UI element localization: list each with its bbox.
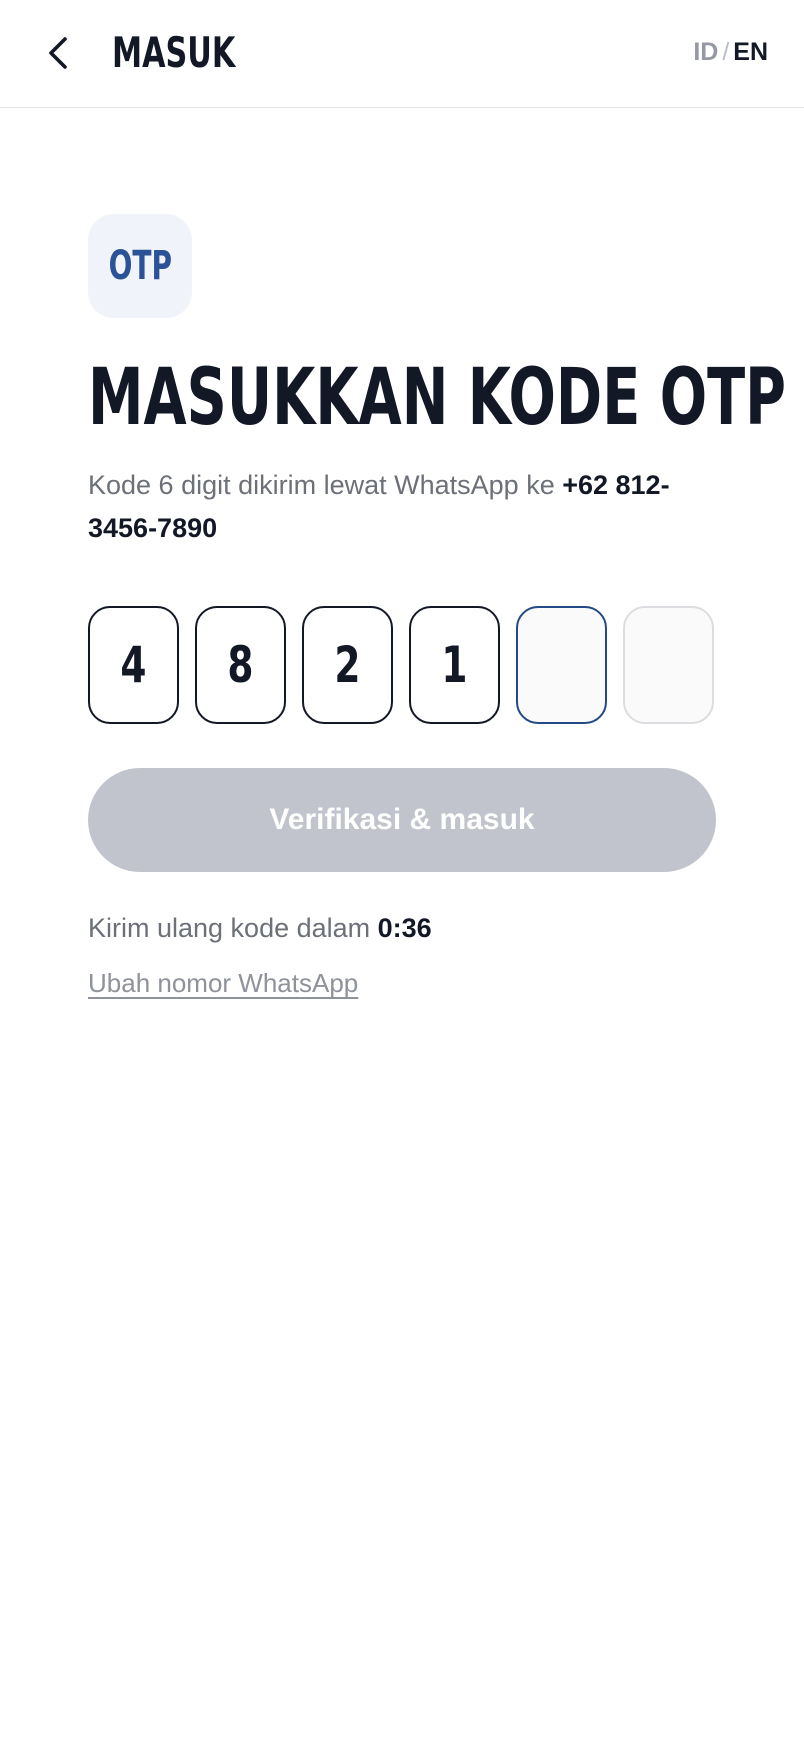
otp-digit-value: 2: [334, 636, 361, 694]
otp-badge-label: OTP: [108, 243, 172, 289]
otp-instructions: Kode 6 digit dikirim lewat WhatsApp ke +…: [88, 464, 708, 550]
resend-timer: 0:36: [377, 913, 432, 943]
otp-form: OTP MASUKKAN KODE OTP Kode 6 digit dikir…: [88, 214, 786, 1000]
change-whatsapp-number-link[interactable]: Ubah nomor WhatsApp: [88, 966, 358, 1000]
lang-option-id[interactable]: ID: [693, 38, 718, 66]
lang-separator: /: [722, 38, 730, 66]
top-bar: MASUK ID / EN: [0, 0, 804, 108]
instructions-text: Kode 6 digit dikirim lewat WhatsApp ke: [88, 470, 563, 500]
page-header-title: MASUK: [112, 28, 236, 77]
chevron-left-icon: [49, 37, 67, 69]
otp-digit-3[interactable]: 2: [302, 606, 393, 724]
verify-login-button[interactable]: Verifikasi & masuk: [88, 768, 716, 872]
page-title: MASUKKAN KODE OTP: [88, 353, 787, 443]
language-switcher: ID / EN: [693, 36, 768, 68]
otp-digit-2[interactable]: 8: [195, 606, 286, 724]
lang-option-en[interactable]: EN: [733, 38, 768, 66]
otp-digit-value: 4: [120, 636, 147, 694]
resend-countdown: Kirim ulang kode dalam 0:36: [88, 910, 716, 946]
otp-digit-value: 8: [227, 636, 254, 694]
otp-digit-1[interactable]: 4: [88, 606, 179, 724]
otp-digit-6[interactable]: [623, 606, 714, 724]
otp-digit-5[interactable]: [516, 606, 607, 724]
otp-badge: OTP: [88, 214, 192, 318]
otp-input-group: 4 8 2 1: [88, 606, 716, 724]
resend-text: Kirim ulang kode dalam: [88, 913, 378, 943]
back-button[interactable]: [34, 29, 82, 77]
otp-digit-4[interactable]: 1: [409, 606, 500, 724]
otp-digit-value: 1: [441, 636, 468, 694]
